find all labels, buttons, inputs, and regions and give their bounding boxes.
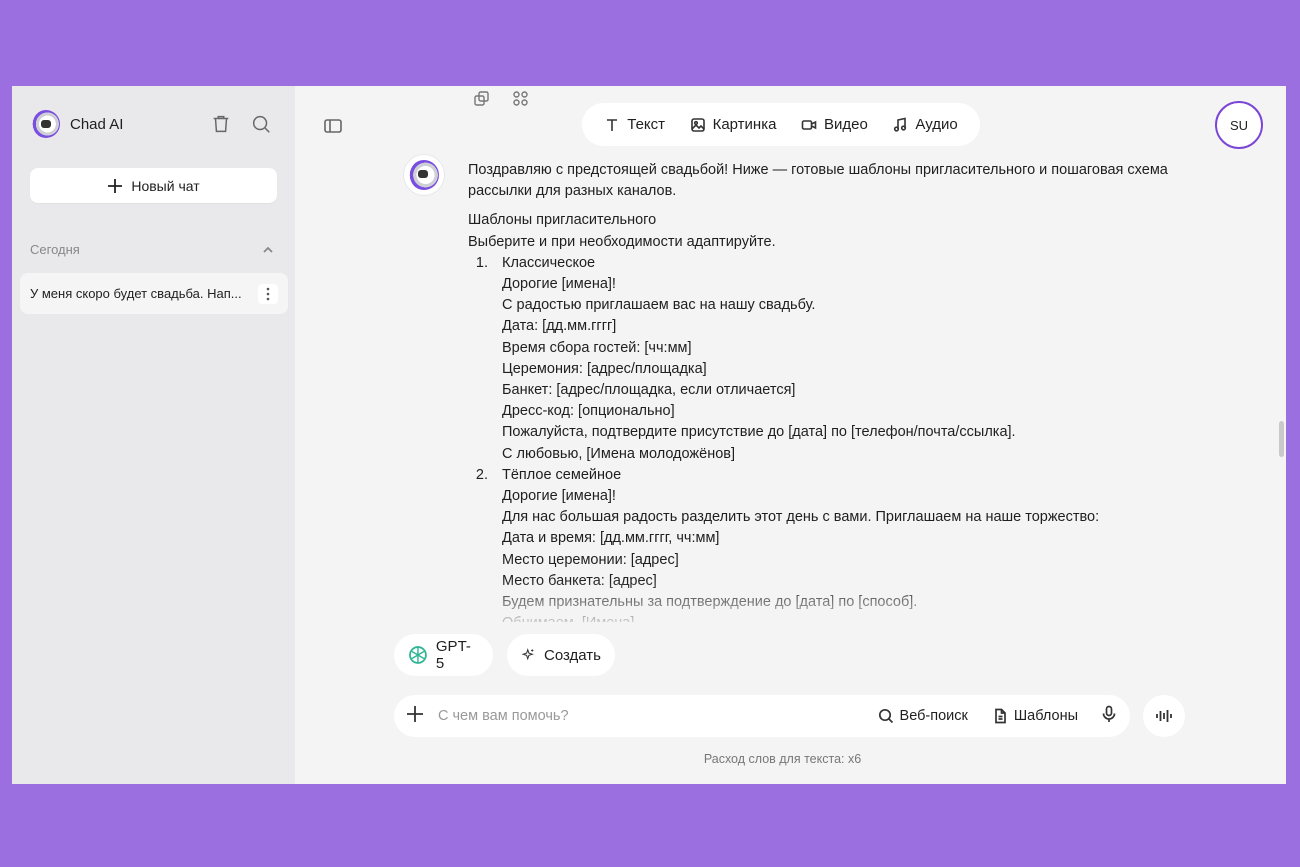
tab-video[interactable]: Видео	[801, 116, 868, 133]
tab-text[interactable]: Текст	[604, 116, 665, 133]
template-line: С радостью приглашаем вас на нашу свадьб…	[502, 297, 816, 314]
template-line: Место церемонии: [адрес]	[502, 551, 679, 568]
voice-mode-button[interactable]	[1143, 695, 1185, 737]
tab-image[interactable]: Картинка	[690, 116, 777, 133]
user-avatar[interactable]: SU	[1215, 101, 1263, 149]
copy-icon[interactable]	[473, 90, 490, 107]
template-line: Будем признательны за подтверждение до […	[502, 594, 918, 611]
gpt-logo-icon	[409, 646, 427, 664]
template-line: Место банкета: [адрес]	[502, 572, 657, 589]
model-label: GPT-5	[435, 638, 471, 672]
prompt-input[interactable]	[438, 708, 854, 724]
templates-label: Шаблоны	[1013, 708, 1078, 724]
template-line: Обнимаем, [Имена]	[502, 613, 1099, 622]
chad-logo-icon	[32, 110, 60, 138]
template-line: Дата: [дд.мм.гггг]	[502, 318, 617, 335]
video-icon	[801, 119, 817, 130]
music-icon	[894, 117, 907, 132]
image-icon	[690, 117, 705, 132]
sidebar-toggle-icon[interactable]	[321, 114, 345, 138]
mode-tabs: Текст Картинка Видео Аудио	[582, 103, 980, 146]
top-mini-icons	[473, 90, 529, 107]
chad-logo-icon	[409, 160, 439, 190]
tab-audio[interactable]: Аудио	[892, 116, 958, 133]
sparkle-icon	[521, 648, 534, 661]
kebab-menu-icon[interactable]	[258, 283, 278, 304]
template-line: Тёплое семейное	[502, 466, 622, 483]
tab-text-label: Текст	[627, 116, 666, 133]
template-line: С любовью, [Имена молодожёнов]	[502, 445, 735, 462]
grid-icon[interactable]	[512, 90, 529, 107]
tab-video-label: Видео	[824, 116, 868, 133]
section-today[interactable]: Сегодня	[30, 242, 274, 257]
tab-image-label: Картинка	[712, 116, 777, 133]
app-window: Chad AI Новый чат Сегодня У меня скоро б…	[12, 86, 1286, 784]
scrollbar[interactable]	[1279, 421, 1284, 457]
chevron-up-icon	[263, 246, 273, 253]
message-intro: Поздравляю с предстоящей свадьбой! Ниже …	[468, 162, 1168, 200]
composer-bar: Веб-поиск Шаблоны	[394, 695, 1130, 737]
message-heading: Шаблоны пригласительного	[468, 212, 657, 229]
waveform-icon	[1156, 710, 1172, 722]
template-item: 1. Классическое Дорогие [имена]! С радос…	[468, 253, 1168, 465]
template-line: Классическое	[502, 254, 596, 271]
web-search-label: Веб-поиск	[899, 708, 968, 724]
new-chat-label: Новый чат	[131, 177, 200, 194]
chat-title: У меня скоро будет свадьба. Нап...	[30, 286, 242, 301]
sidebar-actions	[209, 112, 273, 136]
section-label: Сегодня	[30, 242, 80, 257]
template-number: 1.	[475, 254, 488, 271]
assistant-avatar	[403, 154, 445, 196]
sidebar: Chad AI Новый чат Сегодня У меня скоро б…	[12, 86, 295, 784]
model-selector-button[interactable]: GPT-5	[394, 634, 493, 676]
template-line: Дорогие [имена]!	[502, 488, 616, 505]
template-line: Дата и время: [дд.мм.гггг, чч:мм]	[502, 530, 720, 547]
search-icon	[878, 708, 893, 724]
trash-icon[interactable]	[209, 112, 233, 136]
usage-note: Расход слов для текста: x6	[703, 752, 862, 766]
brand[interactable]: Chad AI	[32, 110, 123, 138]
web-search-button[interactable]: Веб-поиск	[878, 708, 968, 724]
template-line: Дорогие [имена]!	[502, 276, 616, 293]
template-number: 2.	[475, 466, 488, 483]
main-area: Текст Картинка Видео Аудио SU Поздравляю…	[295, 86, 1286, 784]
tab-audio-label: Аудио	[915, 116, 958, 133]
template-line: Пожалуйста, подтвердите присутствие до […	[502, 424, 1016, 441]
new-chat-button[interactable]: Новый чат	[30, 168, 277, 203]
document-icon	[995, 708, 1006, 724]
assistant-message: Поздравляю с предстоящей свадьбой! Ниже …	[468, 160, 1168, 622]
plus-icon[interactable]	[406, 705, 424, 728]
create-label: Создать	[543, 646, 601, 664]
template-line: Церемония: [адрес/площадка]	[502, 360, 707, 377]
template-line: Дресс-код: [опционально]	[502, 403, 675, 420]
template-line: Банкет: [адрес/площадка, если отличается…	[502, 382, 796, 399]
message-subheading: Выберите и при необходимости адаптируйте…	[468, 233, 776, 250]
chat-list-item[interactable]: У меня скоро будет свадьба. Нап...	[20, 273, 288, 314]
template-item: 2. Тёплое семейное Дорогие [имена]! Для …	[468, 465, 1168, 622]
template-line: Для нас большая радость разделить этот д…	[502, 509, 1100, 526]
templates-button[interactable]: Шаблоны	[992, 708, 1078, 724]
app-name: Chad AI	[70, 115, 124, 133]
plus-icon	[108, 178, 123, 193]
search-icon[interactable]	[249, 112, 273, 136]
microphone-icon[interactable]	[1100, 705, 1118, 728]
template-line: Время сбора гостей: [чч:мм]	[502, 339, 692, 356]
text-icon	[607, 118, 618, 131]
create-button[interactable]: Создать	[507, 634, 615, 676]
